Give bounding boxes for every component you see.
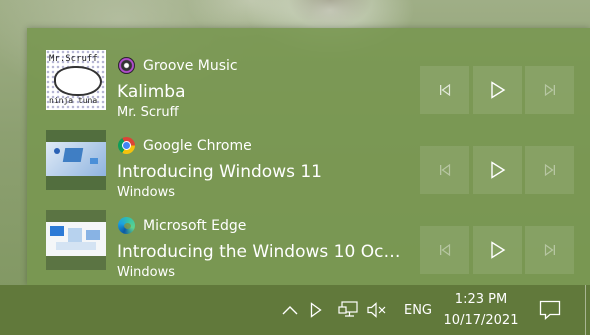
previous-track-icon <box>439 244 450 256</box>
chrome-icon <box>118 137 135 154</box>
thumbnail-shape <box>56 242 96 250</box>
media-controls-flyout: Mr.Scruff ninja tuna Groove Music Kalimb… <box>27 28 590 285</box>
album-art-text-bottom: ninja tuna <box>49 96 98 105</box>
input-language-indicator[interactable]: ENG <box>398 285 438 335</box>
next-track-icon <box>544 164 555 176</box>
network-icon <box>338 301 358 317</box>
previous-track-button[interactable] <box>420 66 469 114</box>
action-center-button[interactable] <box>534 285 566 335</box>
media-artist: Mr. Scruff <box>117 105 179 120</box>
play-icon <box>490 161 505 179</box>
thumbnail-shape <box>50 226 64 236</box>
chevron-up-icon <box>282 306 298 315</box>
play-button[interactable] <box>473 66 522 114</box>
app-name: Groove Music <box>143 58 238 74</box>
next-track-button[interactable] <box>525 146 574 194</box>
thumbnail-shape <box>86 230 100 240</box>
thumbnail-shape <box>90 158 98 164</box>
thumbnail-shape <box>54 148 60 154</box>
media-title: Introducing the Windows 10 October 2018 … <box>117 242 401 262</box>
thumbnail-shape <box>68 228 82 242</box>
clock-time: 1:23 PM <box>454 292 508 307</box>
show-hidden-icons-button[interactable] <box>278 285 302 335</box>
play-button[interactable] <box>473 226 522 274</box>
groove-music-icon <box>118 57 135 74</box>
clock[interactable]: 1:23 PM 10/17/2021 <box>438 285 524 335</box>
volume-muted-icon <box>367 302 386 318</box>
next-track-button[interactable] <box>525 226 574 274</box>
previous-track-button[interactable] <box>420 146 469 194</box>
video-thumbnail <box>46 130 106 190</box>
media-session-chrome[interactable]: Google Chrome Introducing Windows 11 Win… <box>27 120 590 200</box>
app-name: Google Chrome <box>143 138 252 154</box>
network-button[interactable] <box>336 285 362 335</box>
media-artist: Windows <box>117 185 176 200</box>
album-art-text-top: Mr.Scruff <box>49 54 98 64</box>
app-name: Microsoft Edge <box>143 218 247 234</box>
next-track-icon <box>544 84 555 96</box>
previous-track-icon <box>439 164 450 176</box>
previous-track-icon <box>439 84 450 96</box>
media-session-edge[interactable]: Microsoft Edge Introducing the Windows 1… <box>27 200 590 280</box>
show-desktop-button[interactable] <box>585 285 586 335</box>
media-artist: Windows <box>117 265 176 280</box>
media-session-groove[interactable]: Mr.Scruff ninja tuna Groove Music Kalimb… <box>27 40 590 120</box>
media-title: Introducing Windows 11 <box>117 162 322 182</box>
play-button[interactable] <box>473 146 522 194</box>
video-thumbnail <box>46 210 106 270</box>
next-track-button[interactable] <box>525 66 574 114</box>
next-track-icon <box>544 244 555 256</box>
volume-button[interactable] <box>364 285 390 335</box>
clock-date: 10/17/2021 <box>443 313 519 328</box>
edge-icon <box>118 217 135 234</box>
play-icon <box>490 241 505 259</box>
album-art-blob <box>54 66 102 96</box>
previous-track-button[interactable] <box>420 226 469 274</box>
taskbar: ENG 1:23 PM 10/17/2021 <box>0 285 590 335</box>
action-center-icon <box>539 300 561 320</box>
play-icon <box>310 302 322 318</box>
album-art-thumbnail: Mr.Scruff ninja tuna <box>46 50 106 110</box>
play-icon <box>490 81 505 99</box>
media-tray-button[interactable] <box>304 285 328 335</box>
media-title: Kalimba <box>117 82 186 102</box>
